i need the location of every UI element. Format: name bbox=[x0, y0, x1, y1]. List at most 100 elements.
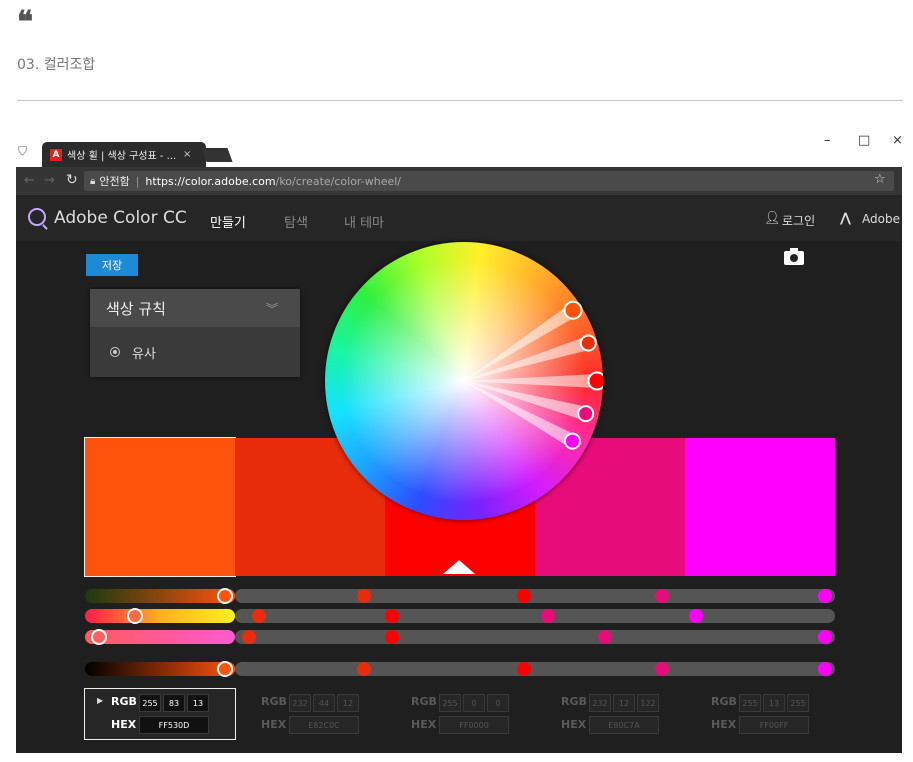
rgb-label: RGB bbox=[261, 695, 287, 708]
blue-input[interactable]: 255 bbox=[787, 694, 809, 712]
green-input[interactable]: 44 bbox=[313, 694, 335, 712]
color-values-row: ▶ RGB 255 83 13 HEX FF530D RGB 232 44 12 HEX E82C0C R… bbox=[84, 688, 835, 740]
slider-knob[interactable] bbox=[818, 589, 832, 603]
slider-track[interactable] bbox=[85, 589, 235, 603]
red-input[interactable]: 255 bbox=[739, 694, 761, 712]
slider-track[interactable] bbox=[85, 609, 235, 623]
color-swatch-5[interactable] bbox=[685, 438, 835, 576]
url-input[interactable]: 🔒︎ 안전함 | https://color.adobe.com /ko/cre… bbox=[84, 171, 894, 191]
login-link[interactable]: 로그인 bbox=[782, 212, 815, 229]
slider-knob[interactable] bbox=[689, 609, 703, 623]
blue-input[interactable]: 122 bbox=[637, 694, 659, 712]
browser-tab[interactable]: A 색상 휠 | 색상 구성표 - ... × bbox=[42, 142, 206, 167]
slider-knob[interactable] bbox=[357, 589, 371, 603]
lock-icon: 🔒︎ bbox=[90, 175, 96, 187]
forward-arrow-icon[interactable]: → bbox=[44, 173, 55, 188]
hex-label: HEX bbox=[111, 718, 137, 731]
green-input[interactable]: 12 bbox=[613, 694, 635, 712]
slider-knob[interactable] bbox=[541, 609, 555, 623]
radio-icon bbox=[110, 347, 120, 357]
hex-label: HEX bbox=[711, 718, 737, 731]
color-values-4: RGB 232 12 122 HEX E80C7A bbox=[535, 689, 685, 739]
incognito-icon: ⛉ bbox=[18, 144, 28, 158]
nav-create[interactable]: 만들기 bbox=[210, 212, 246, 231]
color-wheel[interactable] bbox=[325, 242, 603, 520]
minimize-button[interactable]: – bbox=[824, 133, 831, 148]
url-separator: | bbox=[135, 174, 140, 188]
sliders-area bbox=[85, 585, 835, 685]
hex-input[interactable]: FF00FF bbox=[739, 716, 809, 734]
hex-input[interactable]: FF0000 bbox=[439, 716, 509, 734]
slider-track[interactable] bbox=[85, 630, 235, 644]
blue-input[interactable]: 12 bbox=[337, 694, 359, 712]
save-button[interactable]: 저장 bbox=[86, 254, 138, 276]
slider-knob[interactable] bbox=[385, 630, 399, 644]
slider-track[interactable] bbox=[235, 630, 835, 644]
green-input[interactable]: 13 bbox=[763, 694, 785, 712]
slider-track[interactable] bbox=[85, 662, 235, 676]
red-input[interactable]: 255 bbox=[139, 694, 161, 712]
tab-close-icon[interactable]: × bbox=[183, 149, 191, 160]
screenshot: ⛉ A 색상 휠 | 색상 구성표 - ... × – □ × ← → ↻ 🔒︎… bbox=[16, 127, 902, 753]
maximize-button[interactable]: □ bbox=[858, 133, 870, 148]
slider-knob[interactable] bbox=[818, 630, 832, 644]
green-input[interactable]: 0 bbox=[463, 694, 485, 712]
rgb-label: RGB bbox=[561, 695, 587, 708]
color-rule-title: 색상 규칙 bbox=[106, 299, 166, 318]
red-input[interactable]: 255 bbox=[439, 694, 461, 712]
slider-knob[interactable] bbox=[655, 589, 669, 603]
back-arrow-icon[interactable]: ← bbox=[24, 173, 35, 188]
nav-explore[interactable]: 탐색 bbox=[284, 212, 308, 231]
tab-title: 색상 휠 | 색상 구성표 - ... bbox=[67, 151, 177, 162]
slider-track[interactable] bbox=[235, 662, 835, 676]
slider-knob[interactable] bbox=[252, 609, 266, 623]
user-icon: 👤︎ bbox=[764, 211, 781, 226]
hex-label: HEX bbox=[261, 718, 287, 731]
hex-input[interactable]: E80C7A bbox=[589, 716, 659, 734]
slider-track[interactable] bbox=[235, 589, 835, 603]
slider-knob[interactable] bbox=[517, 662, 531, 676]
camera-icon[interactable] bbox=[784, 248, 804, 265]
hex-input[interactable]: E82C0C bbox=[289, 716, 359, 734]
star-icon[interactable]: ☆ bbox=[874, 172, 886, 187]
rgb-label: RGB bbox=[411, 695, 437, 708]
blue-input[interactable]: 13 bbox=[187, 694, 209, 712]
slider-knob[interactable] bbox=[127, 608, 143, 624]
color-swatch-1[interactable] bbox=[84, 437, 236, 577]
rule-option-label: 유사 bbox=[132, 346, 156, 362]
slider-knob[interactable] bbox=[818, 662, 832, 676]
color-rule-dropdown[interactable]: 색상 규칙 ︾ bbox=[90, 289, 300, 327]
slider-knob[interactable] bbox=[357, 662, 371, 676]
slider-knob[interactable] bbox=[598, 630, 612, 644]
slider-knob[interactable] bbox=[91, 629, 107, 645]
slider-knob[interactable] bbox=[517, 589, 531, 603]
url-path: /ko/create/color-wheel/ bbox=[275, 174, 401, 188]
rgb-label: RGB bbox=[711, 695, 737, 708]
color-values-5: RGB 255 13 255 HEX FF00FF bbox=[685, 689, 835, 739]
adobe-link[interactable]: Adobe bbox=[862, 212, 900, 226]
adobe-logo-icon: A bbox=[50, 148, 62, 161]
slider-knob[interactable] bbox=[217, 588, 233, 604]
green-input[interactable]: 83 bbox=[163, 694, 185, 712]
hex-input[interactable]: FF530D bbox=[139, 716, 209, 734]
blue-input[interactable]: 0 bbox=[487, 694, 509, 712]
red-input[interactable]: 232 bbox=[289, 694, 311, 712]
slider-knob[interactable] bbox=[385, 609, 399, 623]
nav-my-themes[interactable]: 내 테마 bbox=[344, 212, 384, 231]
rule-option-analogous[interactable]: 유사 bbox=[90, 327, 300, 377]
new-tab-button[interactable] bbox=[201, 148, 233, 162]
slider-knob[interactable] bbox=[217, 661, 233, 677]
slider-knob[interactable] bbox=[655, 662, 669, 676]
brand-name[interactable]: Adobe Color CC bbox=[54, 208, 187, 228]
slider-knob[interactable] bbox=[242, 630, 256, 644]
slider-track[interactable] bbox=[235, 609, 835, 623]
url-host: https://color.adobe.com bbox=[145, 174, 276, 188]
base-color-marker-icon bbox=[443, 560, 475, 574]
red-input[interactable]: 232 bbox=[589, 694, 611, 712]
color-values-1: ▶ RGB 255 83 13 HEX FF530D bbox=[84, 688, 236, 740]
reload-icon[interactable]: ↻ bbox=[66, 172, 78, 188]
caret-right-icon: ▶ bbox=[97, 696, 104, 705]
secure-label: 안전함 bbox=[99, 175, 130, 188]
close-window-button[interactable]: × bbox=[892, 133, 902, 148]
browser-titlebar: ⛉ A 색상 휠 | 색상 구성표 - ... × – □ × bbox=[16, 127, 902, 167]
